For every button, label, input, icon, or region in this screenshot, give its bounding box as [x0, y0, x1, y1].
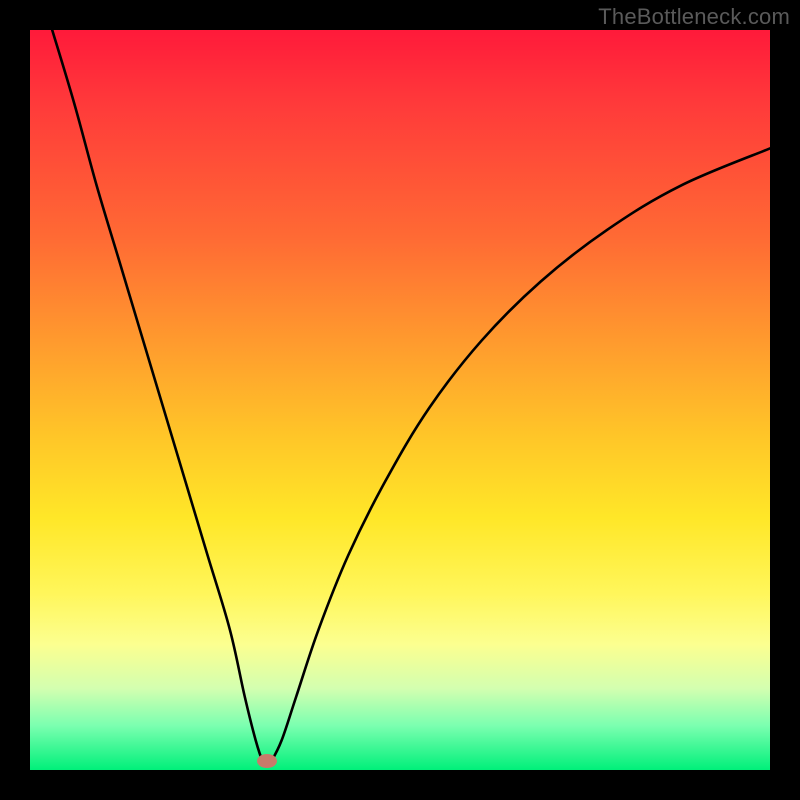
chart-frame: TheBottleneck.com: [0, 0, 800, 800]
minimum-marker: [257, 754, 277, 768]
plot-area: [30, 30, 770, 770]
bottleneck-curve: [30, 30, 770, 770]
watermark-text: TheBottleneck.com: [598, 4, 790, 30]
